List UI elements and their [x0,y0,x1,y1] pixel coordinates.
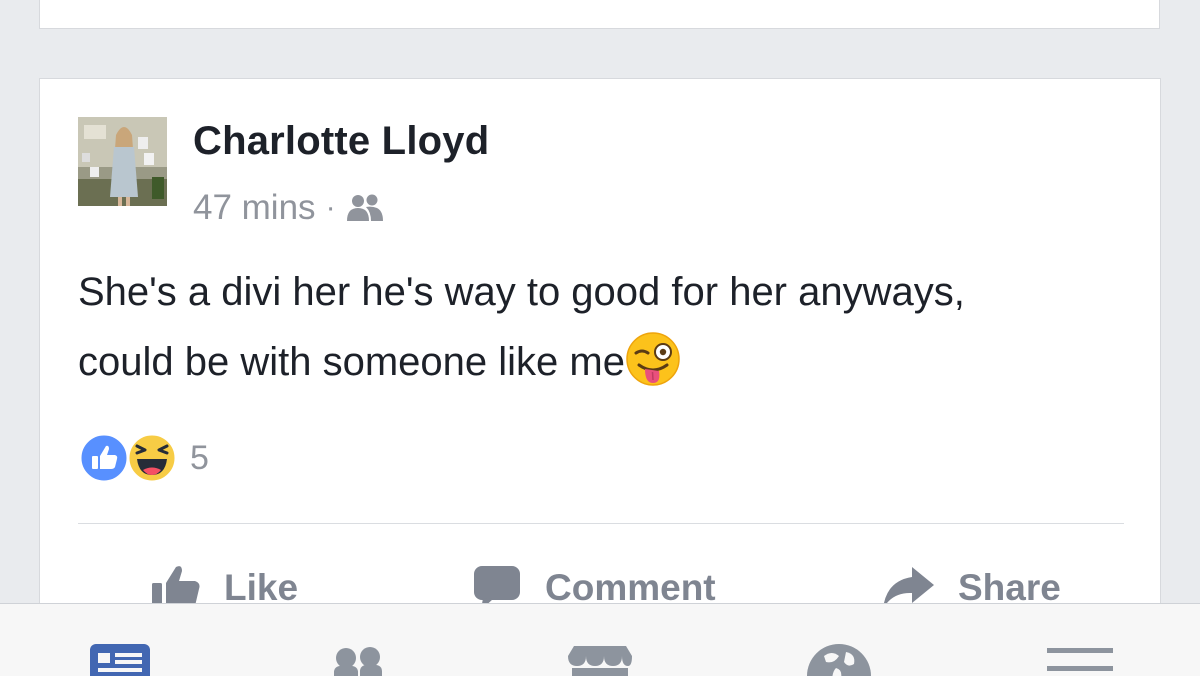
author-name[interactable]: Charlotte Lloyd [193,119,489,164]
reaction-count: 5 [190,438,209,477]
previous-post-card [39,0,1160,29]
post-card: Charlotte Lloyd 47 mins · She's a divi h… [39,78,1161,638]
post-text-line-2: could be with someone like me [78,327,1138,397]
marketplace-icon[interactable] [564,642,636,676]
winking-face-with-tongue-icon [625,331,681,387]
friends-icon[interactable] [330,642,384,676]
avatar[interactable] [78,117,167,206]
meta-separator: · [325,191,336,224]
post-text-line-1: She's a divi her he's way to good for he… [78,270,965,314]
bottom-tab-bar [0,603,1200,676]
post-text: She's a divi her he's way to good for he… [78,257,1138,397]
menu-icon[interactable] [1047,642,1113,676]
reactions-summary[interactable]: 5 [78,431,209,485]
friends-icon[interactable] [346,194,384,222]
post-text-line-2-text: could be with someone like me [78,340,625,384]
like-reaction-icon [78,432,130,484]
divider [78,523,1124,524]
post-meta: 47 mins · [193,187,384,229]
haha-reaction-icon [126,432,178,484]
post-timestamp[interactable]: 47 mins [193,188,316,228]
notifications-globe-icon[interactable] [806,642,872,676]
news-feed-icon[interactable] [89,642,151,676]
profile-photo [78,117,167,206]
